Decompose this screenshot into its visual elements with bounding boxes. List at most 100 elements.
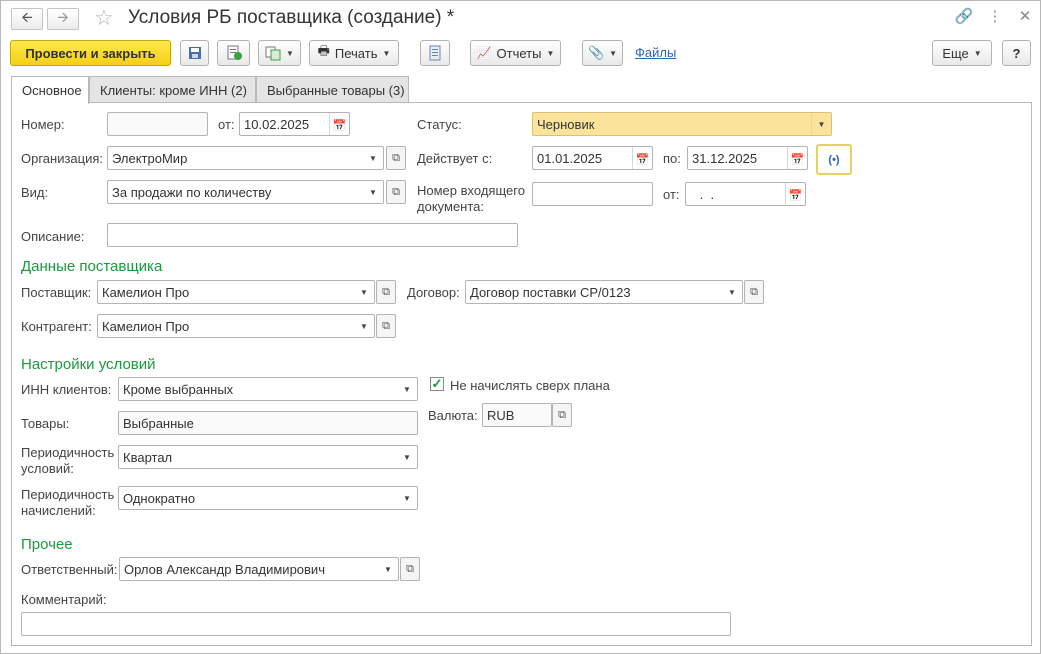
supplier-section-title: Данные поставщика [21,258,163,275]
chevron-down-icon[interactable]: ▼ [722,281,742,303]
checkmark-icon: ✓ [431,376,443,391]
chevron-down-icon[interactable]: ▼ [354,281,374,303]
valid-from-field[interactable]: 01.01.2025 📅 [532,146,653,170]
comment-field[interactable] [21,612,731,636]
tab-main-label: Основное [22,83,82,98]
create-based-on-icon [265,46,281,61]
chevron-down-icon: ▼ [609,48,618,58]
responsible-field[interactable]: Орлов Александр Владимирович ▼ [119,557,399,581]
currency-field[interactable]: RUB [482,403,552,427]
create-based-on-button[interactable]: ▼ [258,40,301,66]
period-picker-button[interactable]: (•) [816,144,852,175]
close-icon[interactable]: ✕ [1015,7,1035,25]
supplier-label: Поставщик: [21,285,92,300]
period-accruals-select[interactable]: Однократно ▼ [118,486,418,510]
tab-main[interactable]: Основное [11,76,89,104]
incoming-number-field[interactable] [532,182,653,206]
organization-field[interactable]: ЭлектроМир ▼ [107,146,384,170]
currency-label: Валюта: [428,408,478,423]
link-icon[interactable]: 🔗 [954,7,974,25]
organization-label: Организация: [21,151,104,166]
valid-to-field[interactable]: 31.12.2025 📅 [687,146,808,170]
open-supplier-button[interactable]: ⧉ [376,280,396,304]
calendar-icon[interactable]: 📅 [787,147,807,169]
period-accruals-label-line2: начислений: [21,503,96,518]
tab-selected-goods[interactable]: Выбранные товары (3) [256,76,409,103]
supplier-field[interactable]: Камелион Про ▼ [97,280,375,304]
status-select[interactable]: Черновик ▼ [532,112,832,136]
period-conditions-value: Квартал [123,449,173,465]
favorite-star-icon[interactable]: ☆ [94,5,114,31]
chevron-down-icon: ▼ [382,48,391,58]
chevron-down-icon[interactable]: ▼ [354,315,374,337]
currency-value: RUB [487,407,515,423]
reports-label: Отчеты [496,45,542,61]
open-contract-button[interactable]: ⧉ [744,280,764,304]
period-conditions-select[interactable]: Квартал ▼ [118,445,418,469]
open-kind-button[interactable]: ⧉ [386,180,406,204]
description-field[interactable] [107,223,518,247]
forward-button[interactable]: 🡪 [47,8,79,30]
open-responsible-button[interactable]: ⧉ [400,557,420,581]
more-button[interactable]: Еще ▼ [932,40,992,66]
goods-field[interactable]: Выбранные [118,411,418,435]
goods-value: Выбранные [123,415,194,431]
window-title: Условия РБ поставщика (создание) * [128,7,455,28]
number-field[interactable] [107,112,208,136]
kind-field[interactable]: За продажи по количеству ▼ [107,180,384,204]
help-label: ? [1012,45,1021,61]
post-and-close-button[interactable]: Провести и закрыть [10,40,171,66]
save-button[interactable] [180,40,209,66]
files-link[interactable]: Файлы [635,45,676,60]
valid-to-label: по: [663,151,681,166]
open-icon: ⧉ [558,408,566,421]
supplier-value: Камелион Про [102,284,190,300]
chevron-down-icon[interactable]: ▼ [811,113,831,135]
period-conditions-label-line2: условий: [21,461,74,476]
calendar-icon[interactable]: 📅 [632,147,652,169]
inn-value: Кроме выбранных [123,381,234,397]
chevron-down-icon[interactable]: ▼ [397,378,417,400]
back-button[interactable]: 🡨 [11,8,43,30]
chevron-down-icon[interactable]: ▼ [363,181,383,203]
save-icon [188,47,201,59]
arrow-right-icon: 🡪 [57,9,69,25]
post-button[interactable] [217,40,250,66]
printer-icon: 🖶 [317,43,330,58]
chevron-down-icon[interactable]: ▼ [378,558,398,580]
date-field[interactable]: 10.02.2025 📅 [239,112,350,136]
calendar-icon[interactable]: 📅 [785,183,805,205]
chevron-down-icon[interactable]: ▼ [363,147,383,169]
document-list-icon [429,45,441,61]
open-icon: ⧉ [382,319,390,332]
calendar-icon[interactable]: 📅 [329,113,349,135]
open-counterparty-button[interactable]: ⧉ [376,314,396,338]
open-organization-button[interactable]: ⧉ [386,146,406,170]
print-button[interactable]: 🖶 Печать ▼ [309,40,399,66]
inn-select[interactable]: Кроме выбранных ▼ [118,377,418,401]
chevron-down-icon[interactable]: ▼ [397,446,417,468]
open-icon: ⧉ [750,285,758,298]
comment-label: Комментарий: [21,592,107,607]
chevron-down-icon[interactable]: ▼ [397,487,417,509]
help-button[interactable]: ? [1002,40,1031,66]
period-icon: (•) [828,153,840,166]
counterparty-field[interactable]: Камелион Про ▼ [97,314,375,338]
contract-field[interactable]: Договор поставки СР/0123 ▼ [465,280,743,304]
open-currency-button[interactable]: ⧉ [552,403,572,427]
incoming-date-field[interactable]: . . 📅 [685,182,806,206]
valid-from-label: Действует с: [417,151,493,166]
period-accruals-value: Однократно [123,490,196,506]
inn-label: ИНН клиентов: [21,382,112,397]
reports-button[interactable]: 📈 Отчеты ▼ [470,40,561,66]
no-over-plan-checkbox[interactable]: ✓ [430,376,444,391]
incoming-date-value: . . [696,186,715,202]
print-label: Печать [334,45,378,61]
list-button[interactable] [420,40,450,66]
tab-goods-label: Выбранные товары (3) [267,82,405,98]
counterparty-label: Контрагент: [21,319,92,334]
tab-clients[interactable]: Клиенты: кроме ИНН (2) [89,76,256,103]
responsible-value: Орлов Александр Владимирович [124,561,325,577]
attachments-button[interactable]: 📎 ▼ [582,40,623,66]
more-options-icon[interactable]: ⋮ [985,7,1005,25]
